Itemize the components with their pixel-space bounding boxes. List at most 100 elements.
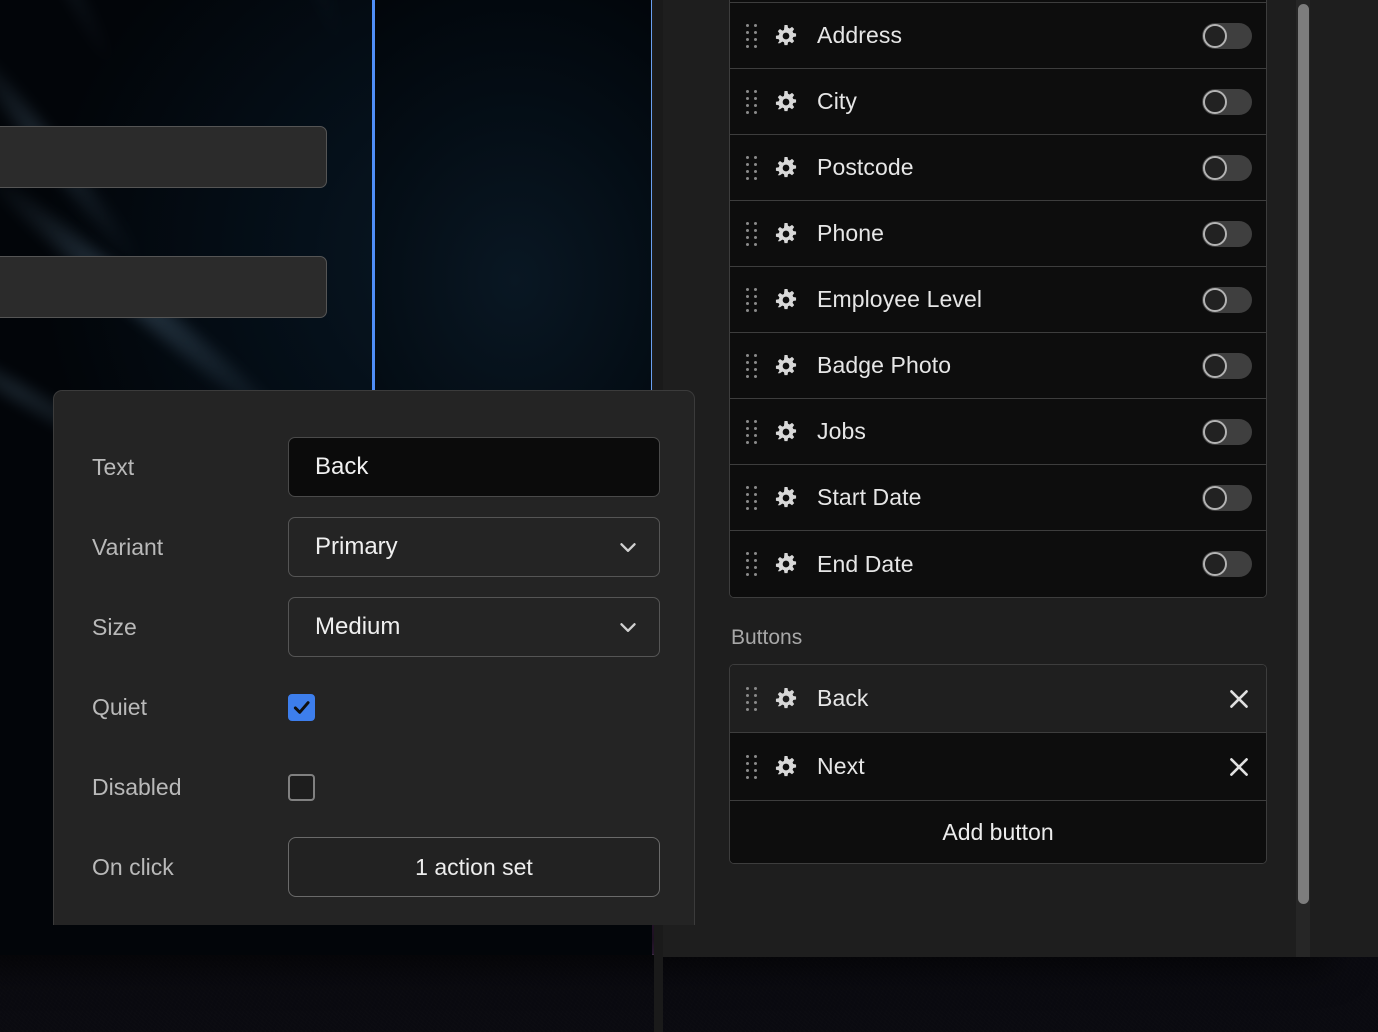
toggle-knob (1203, 23, 1227, 48)
gear-icon[interactable] (773, 221, 799, 247)
gear-icon[interactable] (773, 23, 799, 49)
background-light-streak (258, 0, 352, 59)
toggle-switch-icon[interactable] (1202, 484, 1252, 511)
field-row-label: End Date (817, 550, 914, 577)
button-row-label: Back (817, 685, 869, 711)
drag-handle-icon[interactable] (746, 552, 757, 576)
property-control-text (288, 437, 660, 497)
variant-select-value: Primary (315, 533, 398, 560)
drag-handle-icon[interactable] (746, 221, 757, 246)
field-row[interactable]: Jobs (730, 399, 1266, 465)
variant-select[interactable]: Primary (288, 517, 660, 577)
property-label-disabled: Disabled (92, 773, 182, 800)
drag-handle-icon[interactable] (746, 686, 757, 711)
drag-handle-icon[interactable] (746, 419, 757, 444)
chevron-down-icon (620, 623, 636, 632)
field-row[interactable]: Postcode (730, 135, 1266, 201)
drag-handle-icon[interactable] (746, 353, 757, 378)
buttons-list: Back Next Add button (729, 664, 1267, 864)
property-control-variant: Primary (288, 517, 660, 577)
property-label-text: Text (92, 453, 135, 480)
canvas-form-field-1[interactable] (0, 126, 327, 188)
toggle-knob (1203, 155, 1227, 180)
toggle-knob (1203, 485, 1227, 510)
property-control-disabled (288, 773, 658, 801)
gear-icon[interactable] (773, 353, 799, 379)
chevron-down-icon (620, 543, 636, 552)
drag-handle-icon[interactable] (746, 23, 757, 48)
property-row-quiet: Quiet (92, 667, 658, 747)
field-row[interactable]: Address (730, 3, 1266, 69)
drag-handle-icon[interactable] (746, 155, 757, 180)
gear-icon[interactable] (773, 551, 799, 577)
checkmark-icon (293, 700, 310, 714)
toggle-switch-icon[interactable] (1202, 88, 1252, 115)
field-row-label: Start Date (817, 484, 922, 510)
gear-icon[interactable] (773, 419, 799, 445)
drag-handle-icon[interactable] (746, 485, 757, 510)
toggle-switch-icon[interactable] (1202, 551, 1252, 577)
canvas-form-field-2[interactable] (0, 256, 327, 318)
field-row-label: Employee Level (817, 286, 983, 312)
close-icon[interactable] (1226, 754, 1252, 780)
size-select[interactable]: Medium (288, 597, 660, 657)
toggle-switch-icon[interactable] (1202, 220, 1252, 247)
button-row-next[interactable]: Next (730, 733, 1266, 801)
field-row[interactable]: Badge Photo (730, 333, 1266, 399)
field-row[interactable]: Employee Level (730, 267, 1266, 333)
toggle-knob (1203, 552, 1227, 576)
toggle-switch-icon[interactable] (1202, 352, 1252, 379)
drag-handle-icon[interactable] (746, 89, 757, 114)
toggle-knob (1203, 89, 1227, 114)
toggle-knob (1203, 287, 1227, 312)
gear-icon[interactable] (773, 686, 799, 712)
field-row-label: Phone (817, 220, 885, 246)
toggle-switch-icon[interactable] (1202, 22, 1252, 49)
field-row[interactable]: End Date (730, 531, 1266, 597)
property-row-text: Text (92, 427, 660, 507)
property-row-variant: Variant Primary (92, 507, 660, 587)
field-row-label: City (817, 88, 858, 114)
button-row-back[interactable]: Back (730, 665, 1266, 733)
quiet-checkbox[interactable] (288, 693, 315, 721)
toggle-switch-icon[interactable] (1202, 286, 1252, 313)
gear-icon[interactable] (773, 89, 799, 115)
background-light-streak (16, 0, 124, 79)
drag-handle-icon[interactable] (746, 287, 757, 312)
toggle-switch-icon[interactable] (1202, 154, 1252, 181)
gear-icon[interactable] (773, 155, 799, 181)
field-row-label: Postcode (817, 154, 914, 180)
gear-icon[interactable] (773, 287, 799, 313)
field-row-label: Badge Photo (817, 352, 952, 378)
property-label-variant: Variant (92, 533, 164, 560)
toggle-knob (1203, 221, 1227, 246)
property-control-on-click: 1 action set (288, 837, 660, 897)
property-row-size: Size Medium (92, 587, 660, 667)
field-row-label: Jobs (817, 418, 866, 444)
add-button[interactable]: Add button (730, 801, 1266, 863)
button-row-label: Next (817, 753, 865, 779)
property-label-on-click: On click (92, 853, 174, 880)
toggle-knob (1203, 419, 1227, 444)
toggle-switch-icon[interactable] (1202, 418, 1252, 445)
field-row[interactable]: Start Date (730, 465, 1266, 531)
property-control-quiet (288, 693, 658, 721)
drag-handle-icon[interactable] (746, 754, 757, 779)
component-properties-popup: Text Variant Primary Size Medium (53, 390, 695, 925)
panel-content: Address City Postcode Phone Employee Lev… (729, 0, 1267, 864)
gear-icon[interactable] (773, 754, 799, 780)
size-select-value: Medium (315, 613, 401, 640)
panel-scrollbar-thumb[interactable] (1298, 4, 1309, 904)
field-row[interactable]: City (730, 69, 1266, 135)
field-row[interactable]: Phone (730, 201, 1266, 267)
disabled-checkbox[interactable] (288, 773, 315, 801)
action-set-button[interactable]: 1 action set (288, 837, 660, 897)
field-row-label: Address (817, 22, 903, 48)
gear-icon[interactable] (773, 485, 799, 511)
property-row-on-click: On click 1 action set (92, 827, 660, 907)
property-label-size: Size (92, 613, 137, 640)
fields-list: Address City Postcode Phone Employee Lev… (729, 0, 1267, 598)
text-input[interactable] (288, 437, 660, 497)
property-control-size: Medium (288, 597, 660, 657)
close-icon[interactable] (1226, 686, 1252, 712)
